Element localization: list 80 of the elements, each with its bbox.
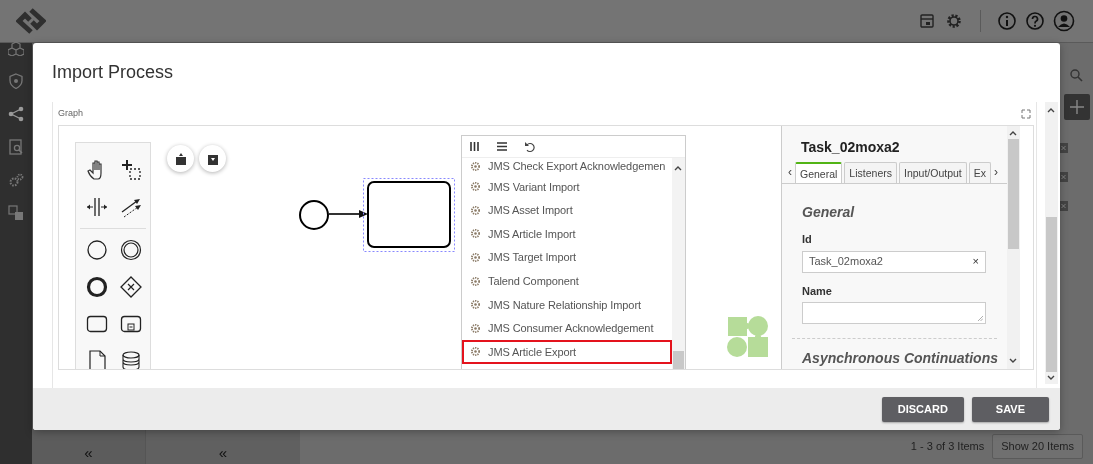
export-button[interactable]: [167, 145, 194, 172]
download-icon: [207, 152, 218, 165]
translate-icon[interactable]: [8, 205, 24, 221]
gear-icon: [470, 204, 481, 216]
save-button[interactable]: SAVE: [971, 396, 1049, 422]
pagination-info: 1 - 3 of 3 Items: [910, 439, 985, 455]
sequence-flow-arrow: [329, 209, 368, 219]
logo-icon: [16, 8, 46, 34]
properties-tab[interactable]: Input/Output: [898, 162, 967, 183]
component-item[interactable]: Talend Component: [462, 269, 672, 293]
component-item[interactable]: JMS Target Import: [462, 245, 672, 270]
intermediate-event-icon[interactable]: [120, 238, 142, 261]
graph-label: Graph: [58, 106, 83, 120]
gear-icon: [470, 275, 481, 287]
gear-icon: [470, 322, 481, 334]
name-field[interactable]: [802, 302, 986, 324]
puzzle-icon: [726, 315, 769, 358]
task-node[interactable]: [363, 178, 455, 252]
field-label: Name: [802, 283, 833, 299]
scroll-up-icon[interactable]: [1009, 130, 1017, 136]
selection-tool-icon[interactable]: [120, 158, 142, 181]
properties-tab[interactable]: Ex: [968, 162, 992, 183]
component-item[interactable]: JMS Asset Import: [462, 198, 672, 223]
search-icon[interactable]: [1069, 68, 1083, 82]
gear-icon: [470, 346, 481, 358]
tab-scroll-left[interactable]: ‹: [785, 162, 795, 183]
scrollbar-thumb[interactable]: [1046, 217, 1057, 372]
start-event-node: [299, 200, 329, 230]
section-heading: Asynchronous Continuations: [802, 349, 999, 368]
import-button[interactable]: [199, 145, 226, 172]
gear-icon: [470, 299, 481, 311]
space-tool-icon[interactable]: [86, 195, 108, 218]
discard-button[interactable]: DISCARD: [881, 396, 964, 422]
gear-icon: [470, 161, 481, 172]
start-event-icon[interactable]: [86, 238, 108, 261]
share-icon[interactable]: [8, 106, 24, 122]
settings-icon[interactable]: [944, 11, 964, 31]
add-button[interactable]: [1064, 94, 1090, 120]
id-field[interactable]: Task_02moxa2 ×: [802, 250, 986, 273]
component-item[interactable]: JMS Article Export: [462, 340, 672, 364]
dialog-title: Import Process: [52, 61, 174, 84]
scroll-up-icon[interactable]: [674, 165, 682, 171]
scrollbar-thumb[interactable]: [1008, 139, 1019, 249]
cubes-icon[interactable]: [8, 40, 24, 56]
info-icon[interactable]: [997, 11, 1017, 31]
refresh-icon[interactable]: [524, 140, 536, 153]
field-label: Id: [802, 232, 813, 247]
calendar-icon[interactable]: [918, 12, 936, 30]
gear-icon: [470, 252, 481, 264]
component-item[interactable]: JMS Check Export Acknowledgemen: [462, 158, 672, 175]
gear-icon: [470, 181, 481, 193]
upload-icon: [175, 152, 186, 165]
properties-tab[interactable]: Listeners: [844, 162, 897, 183]
tab-scroll-right[interactable]: ›: [991, 162, 1002, 183]
scroll-up-icon[interactable]: [1047, 107, 1055, 113]
list-icon[interactable]: [496, 141, 508, 152]
help-icon[interactable]: [1025, 11, 1045, 31]
columns-icon[interactable]: [469, 141, 480, 152]
fullscreen-icon[interactable]: [1021, 108, 1031, 119]
scroll-down-icon[interactable]: [1009, 358, 1017, 364]
component-item[interactable]: JMS Consumer Acknowledgement: [462, 316, 672, 341]
component-item[interactable]: JMS Article Import: [462, 222, 672, 246]
resize-grip-icon[interactable]: [978, 316, 983, 321]
gears-icon[interactable]: [8, 172, 24, 188]
section-heading: General: [802, 203, 856, 222]
scroll-down-icon[interactable]: [1047, 375, 1055, 381]
properties-tab[interactable]: General: [795, 162, 843, 183]
document-search-icon[interactable]: [8, 139, 24, 155]
scrollbar-thumb[interactable]: [673, 351, 684, 369]
gateway-icon[interactable]: [120, 275, 142, 298]
element-title: Task_02moxa2: [800, 138, 901, 157]
component-item[interactable]: JMS Variant Import: [462, 175, 672, 199]
gear-icon: [470, 228, 481, 240]
shield-icon[interactable]: [8, 73, 24, 89]
end-event-icon[interactable]: [86, 275, 108, 298]
data-object-icon[interactable]: [86, 349, 108, 369]
clear-button[interactable]: ×: [972, 253, 979, 270]
data-store-icon[interactable]: [120, 349, 142, 369]
component-item[interactable]: JMS Nature Relationship Import: [462, 292, 672, 317]
user-icon[interactable]: [1053, 10, 1075, 32]
